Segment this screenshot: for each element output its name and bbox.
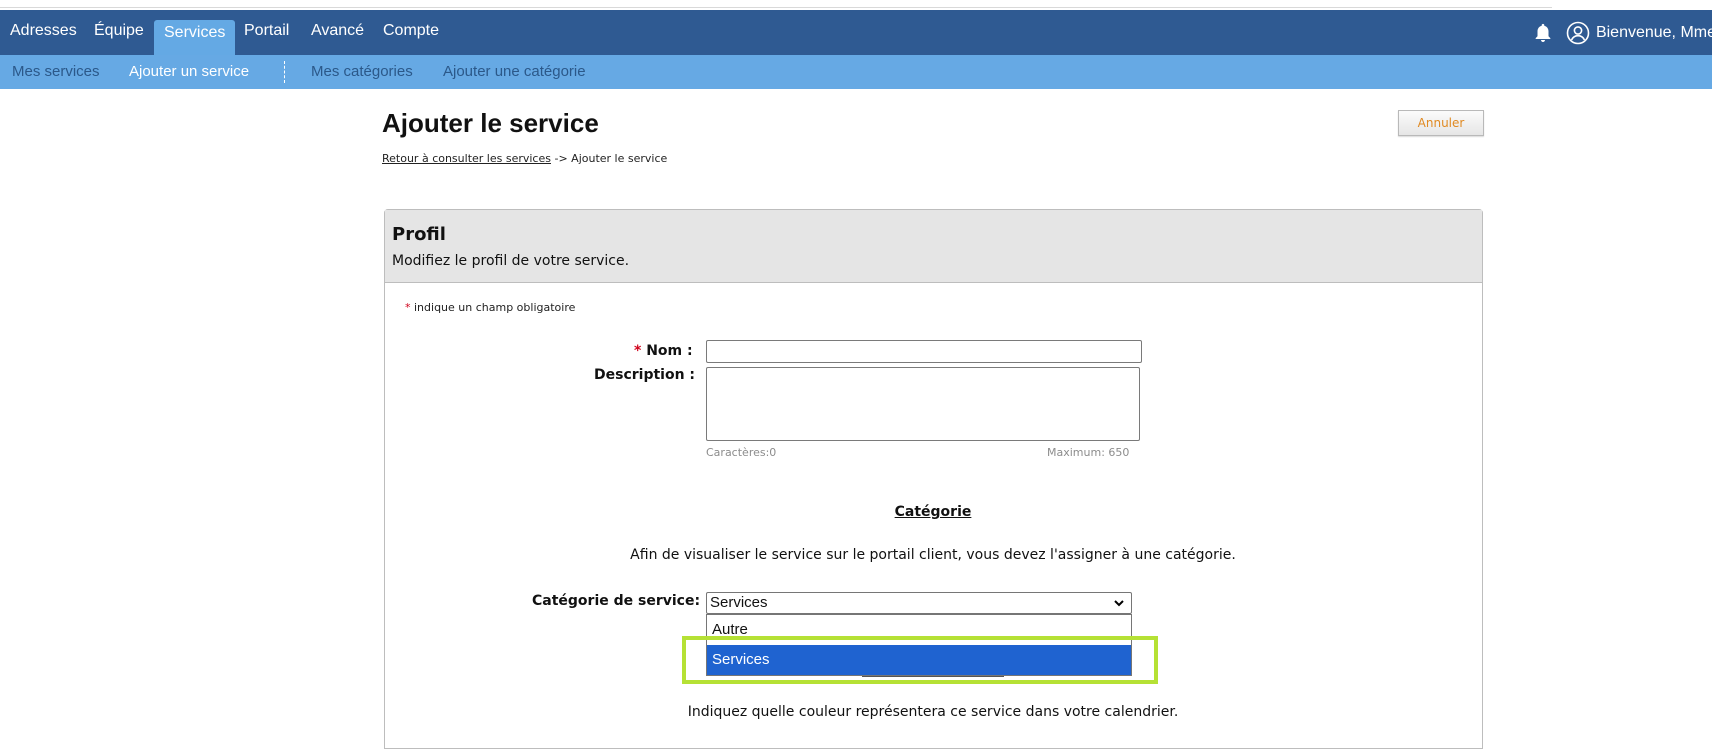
highlight-box	[682, 636, 1158, 684]
category-description: Afin de visualiser le service sur le por…	[630, 547, 1236, 563]
notification-bell-icon[interactable]	[1532, 22, 1554, 44]
main-nav: Adresses Équipe Services Portail Avancé …	[0, 10, 1712, 55]
character-count: Caractères:0	[706, 446, 777, 459]
category-select-value: Services	[710, 594, 768, 611]
nav-item-avance[interactable]: Avancé	[301, 10, 374, 55]
sub-nav: Mes services Ajouter un service Mes caté…	[0, 55, 1712, 89]
profile-title: Profil	[392, 224, 446, 245]
max-characters: Maximum: 650	[1047, 446, 1130, 459]
nav-item-services[interactable]: Services	[154, 20, 236, 55]
chevron-down-icon	[1114, 600, 1124, 607]
category-heading: Catégorie	[894, 504, 972, 520]
breadcrumb-back-link[interactable]: Retour à consulter les services	[382, 152, 551, 165]
required-note-text: indique un champ obligatoire	[410, 301, 576, 314]
profile-panel-header: Profil Modifiez le profil de votre servi…	[385, 210, 1482, 283]
name-label-text: Nom :	[641, 343, 693, 359]
required-note: * indique un champ obligatoire	[405, 301, 575, 314]
nav-item-adresses[interactable]: Adresses	[0, 10, 87, 55]
nav-item-compte[interactable]: Compte	[373, 10, 449, 55]
subnav-separator	[284, 61, 285, 83]
category-select[interactable]: Services	[706, 592, 1132, 614]
subnav-ajouter-service[interactable]: Ajouter un service	[129, 55, 249, 89]
breadcrumb-current: -> Ajouter le service	[550, 152, 668, 165]
user-avatar-icon[interactable]	[1566, 21, 1590, 45]
name-label: * Nom :	[634, 343, 693, 359]
cancel-button[interactable]: Annuler	[1398, 110, 1484, 136]
subnav-ajouter-categorie[interactable]: Ajouter une catégorie	[443, 55, 586, 89]
browser-top-strip	[0, 0, 1712, 10]
color-description: Indiquez quelle couleur représentera ce …	[687, 704, 1179, 720]
description-label: Description :	[594, 367, 696, 383]
breadcrumb: Retour à consulter les services -> Ajout…	[382, 152, 667, 165]
profile-subtitle: Modifiez le profil de votre service.	[392, 253, 630, 269]
nav-item-equipe[interactable]: Équipe	[84, 10, 154, 55]
user-area: Bienvenue, Mme	[1532, 10, 1712, 55]
subnav-mes-categories[interactable]: Mes catégories	[311, 55, 413, 89]
welcome-text[interactable]: Bienvenue, Mme	[1596, 24, 1712, 42]
page-title: Ajouter le service	[382, 108, 599, 138]
nav-item-portail[interactable]: Portail	[234, 10, 299, 55]
top-divider	[0, 7, 1552, 8]
category-select-label: Catégorie de service:	[532, 593, 701, 609]
subnav-mes-services[interactable]: Mes services	[12, 55, 100, 89]
name-input[interactable]	[706, 340, 1142, 363]
description-textarea[interactable]	[706, 367, 1140, 441]
